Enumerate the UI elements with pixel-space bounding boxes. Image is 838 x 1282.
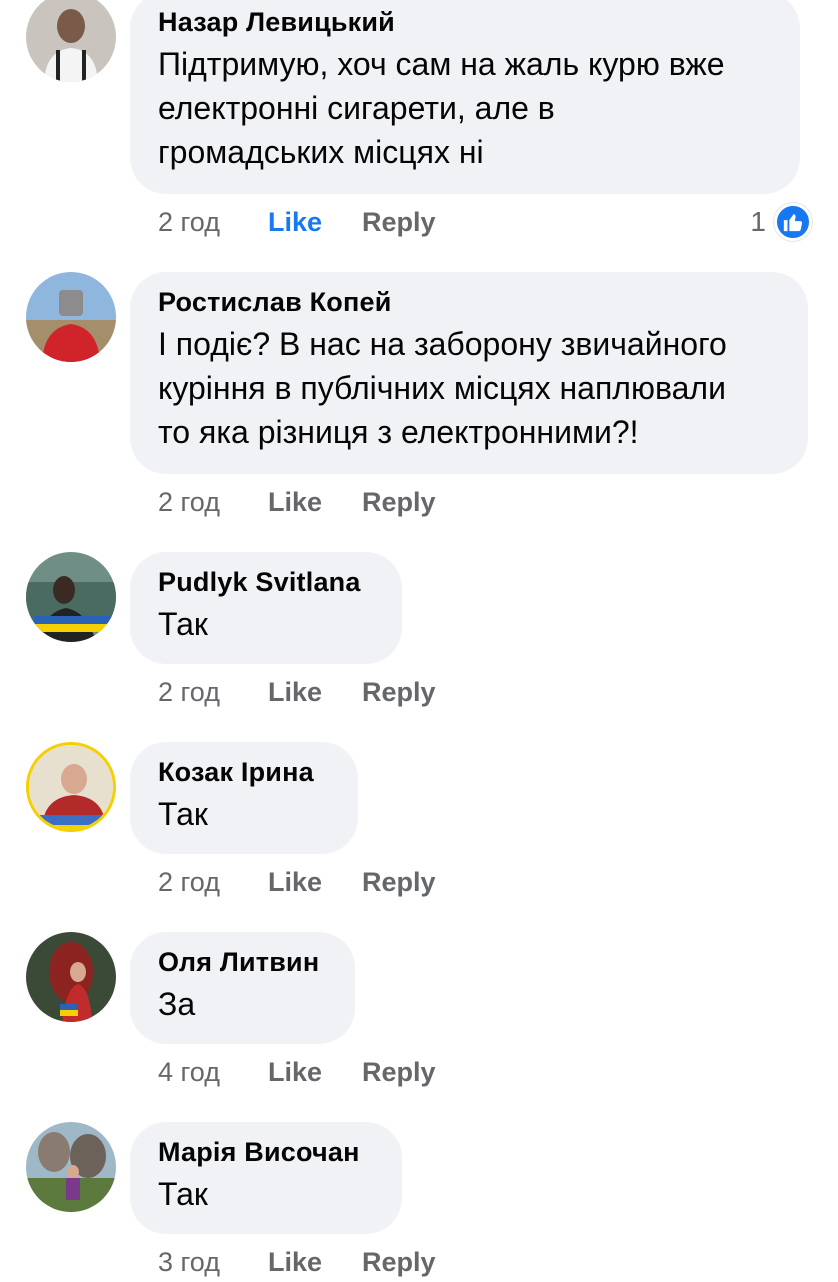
comment-time[interactable]: 2 год: [158, 867, 268, 898]
reply-button[interactable]: Reply: [362, 207, 436, 238]
avatar[interactable]: [26, 272, 116, 362]
comment-actions: 2 год Like Reply: [158, 202, 436, 242]
reaction-count: 1: [750, 206, 766, 237]
comment-actions: 2 год Like Reply: [158, 482, 436, 522]
comment-bubble: Козак Ірина Так: [130, 742, 358, 854]
avatar[interactable]: [26, 1122, 116, 1212]
comment-time[interactable]: 4 год: [158, 1057, 268, 1088]
comment-author[interactable]: Козак Ірина: [158, 756, 330, 788]
thumbs-up-icon: [774, 203, 812, 241]
comment-text: Підтримую, хоч сам на жаль курю вже елек…: [158, 46, 725, 170]
comment-time[interactable]: 2 год: [158, 207, 268, 238]
comment-actions: 2 год Like Reply: [158, 862, 436, 902]
comment-actions: 2 год Like Reply: [158, 672, 436, 712]
comment-author[interactable]: Оля Литвин: [158, 946, 327, 978]
comment-time[interactable]: 2 год: [158, 677, 268, 708]
avatar[interactable]: [26, 932, 116, 1022]
comment-text: І подіє? В нас на заборону звичайного ку…: [158, 326, 727, 450]
like-button[interactable]: Like: [268, 487, 362, 518]
comment-bubble: Назар Левицький Підтримую, хоч сам на жа…: [130, 0, 800, 194]
reply-button[interactable]: Reply: [362, 1057, 436, 1088]
like-button[interactable]: Like: [268, 677, 362, 708]
comment-time[interactable]: 2 год: [158, 487, 268, 518]
like-button[interactable]: Like: [268, 867, 362, 898]
like-button[interactable]: Like: [268, 207, 362, 238]
reply-button[interactable]: Reply: [362, 867, 436, 898]
reply-button[interactable]: Reply: [362, 487, 436, 518]
comment-text: За: [158, 986, 196, 1022]
comment-author[interactable]: Ростислав Копей: [158, 286, 780, 318]
like-button[interactable]: Like: [268, 1247, 362, 1278]
comment-bubble: Оля Литвин За: [130, 932, 355, 1044]
avatar[interactable]: [26, 0, 116, 82]
comment-author[interactable]: Марія Височан: [158, 1136, 374, 1168]
comment-text: Так: [158, 796, 208, 832]
comment-bubble: Pudlyk Svitlana Так: [130, 552, 402, 664]
reply-button[interactable]: Reply: [362, 677, 436, 708]
reply-button[interactable]: Reply: [362, 1247, 436, 1278]
comment-actions: 3 год Like Reply: [158, 1242, 436, 1282]
comment-actions: 4 год Like Reply: [158, 1052, 436, 1092]
reaction-summary[interactable]: 1: [750, 202, 812, 242]
comment-author[interactable]: Назар Левицький: [158, 6, 772, 38]
avatar[interactable]: [26, 552, 116, 642]
avatar[interactable]: [26, 742, 116, 832]
comment-author[interactable]: Pudlyk Svitlana: [158, 566, 374, 598]
comment-bubble: Ростислав Копей І подіє? В нас на заборо…: [130, 272, 808, 474]
like-button[interactable]: Like: [268, 1057, 362, 1088]
comment-text: Так: [158, 606, 208, 642]
comment-bubble: Марія Височан Так: [130, 1122, 402, 1234]
comment-text: Так: [158, 1176, 208, 1212]
comment-time[interactable]: 3 год: [158, 1247, 268, 1278]
